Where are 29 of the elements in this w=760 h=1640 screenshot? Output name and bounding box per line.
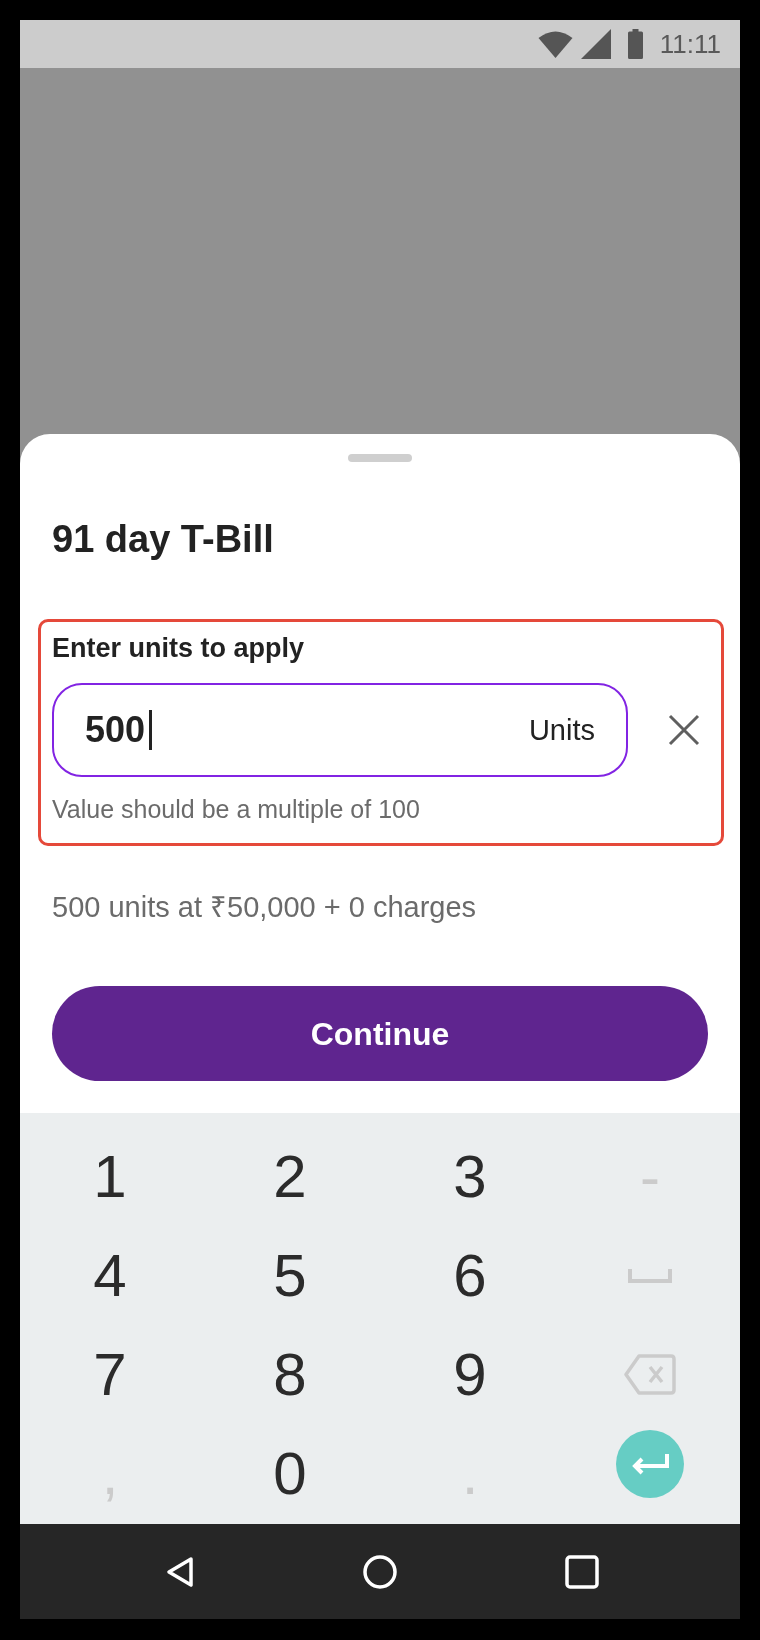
keyboard-key[interactable]: 8 <box>273 1344 307 1405</box>
keyboard-key[interactable]: 5 <box>273 1245 307 1306</box>
field-label: Enter units to apply <box>52 632 306 664</box>
input-value: 500 <box>85 710 146 750</box>
drag-handle[interactable] <box>348 454 412 462</box>
recents-icon[interactable] <box>565 1554 599 1589</box>
back-icon[interactable] <box>165 1554 195 1589</box>
continue-button[interactable]: Continue <box>52 986 708 1081</box>
keyboard-key[interactable]: 6 <box>453 1245 487 1306</box>
signal-icon <box>580 29 611 59</box>
status-time: 11:11 <box>659 29 721 59</box>
keyboard-key[interactable]: 7 <box>93 1344 127 1405</box>
sheet-title: 91 day T-Bill <box>52 517 275 562</box>
keyboard-key[interactable]: 4 <box>93 1245 127 1306</box>
return-arrow-icon <box>630 1452 670 1476</box>
keyboard-key[interactable]: 2 <box>273 1146 307 1207</box>
helper-text: Value should be a multiple of 100 <box>52 794 421 824</box>
home-icon[interactable] <box>363 1554 397 1589</box>
units-suffix: Units <box>528 713 595 747</box>
text-cursor <box>149 710 153 750</box>
keyboard-key[interactable]: 3 <box>453 1146 487 1207</box>
battery-icon <box>627 29 643 59</box>
keyboard-key[interactable]: 1 <box>93 1146 127 1207</box>
units-input-field[interactable]: 500 Units <box>52 683 628 777</box>
keyboard-key[interactable]: 0 <box>273 1443 307 1504</box>
close-icon[interactable] <box>668 714 700 746</box>
order-summary-text: 500 units at ₹50,000 + 0 charges <box>52 890 478 924</box>
keyboard-key[interactable]: 9 <box>453 1344 487 1405</box>
wifi-icon <box>537 30 573 58</box>
